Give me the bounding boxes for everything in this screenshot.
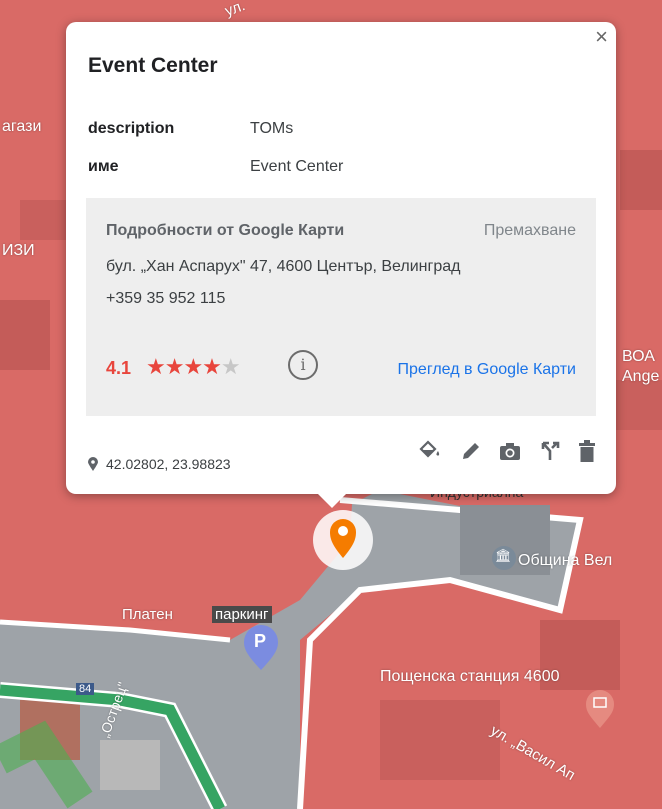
- field-row-description: description TOMs: [88, 120, 293, 138]
- coordinates-text: 42.02802, 23.98823: [106, 456, 231, 472]
- road-number-badge: 84: [76, 683, 95, 695]
- field-key: име: [88, 158, 119, 175]
- address-text: бул. „Хан Аспарух" 47, 4600 Център, Вели…: [106, 258, 461, 275]
- star-filled-icon: ★★★★: [146, 354, 222, 379]
- close-icon[interactable]: ×: [595, 24, 608, 50]
- map-label-right-1: ВОА: [622, 348, 655, 365]
- map-label-left-2: ИЗИ: [2, 242, 35, 259]
- popup-tail: [316, 492, 348, 508]
- phone-text: +359 35 952 115: [106, 290, 226, 307]
- map-label-left-1: агази: [2, 118, 42, 135]
- google-details-title: Подробности от Google Карти: [106, 222, 345, 239]
- directions-icon[interactable]: [540, 441, 560, 466]
- star-empty-icon: ★: [220, 354, 241, 379]
- info-popup: × Event Center description TOMs име Event …: [66, 22, 616, 508]
- field-value: TOMs: [250, 120, 294, 137]
- trash-icon[interactable]: [578, 440, 596, 467]
- map-label-post-office: Пощенска станция 4600: [380, 668, 560, 685]
- municipality-icon[interactable]: 🏛: [495, 548, 512, 564]
- popup-title: Event Center: [88, 54, 218, 77]
- map-label-parking: паркинг: [212, 606, 272, 623]
- field-row-name: име Event Center: [88, 158, 343, 176]
- location-pin-icon: [88, 456, 98, 474]
- orange-pin-icon[interactable]: [318, 512, 368, 562]
- paint-bucket-icon[interactable]: [418, 440, 442, 467]
- view-in-google-maps-link[interactable]: Преглед в Google Карти: [398, 361, 576, 379]
- remove-link[interactable]: Премахване: [484, 222, 576, 240]
- map-label-paid: Платен: [122, 606, 173, 623]
- parking-icon[interactable]: P: [254, 631, 266, 652]
- rating-stars: ★★★★★: [146, 354, 241, 380]
- rating-value: 4.1: [106, 358, 132, 378]
- map-label-right-2: Ange: [622, 368, 660, 385]
- field-key: description: [88, 120, 175, 137]
- coordinates: 42.02802, 23.98823: [88, 456, 231, 474]
- map-label-municipality: Община Вел: [518, 552, 613, 569]
- google-details-box: Подробности от Google Карти Премахване б…: [86, 198, 596, 416]
- popup-toolbar: [404, 440, 596, 466]
- pencil-icon[interactable]: [461, 441, 481, 466]
- info-icon[interactable]: i: [288, 350, 318, 380]
- camera-icon[interactable]: [499, 441, 521, 466]
- field-value: Event Center: [250, 158, 344, 175]
